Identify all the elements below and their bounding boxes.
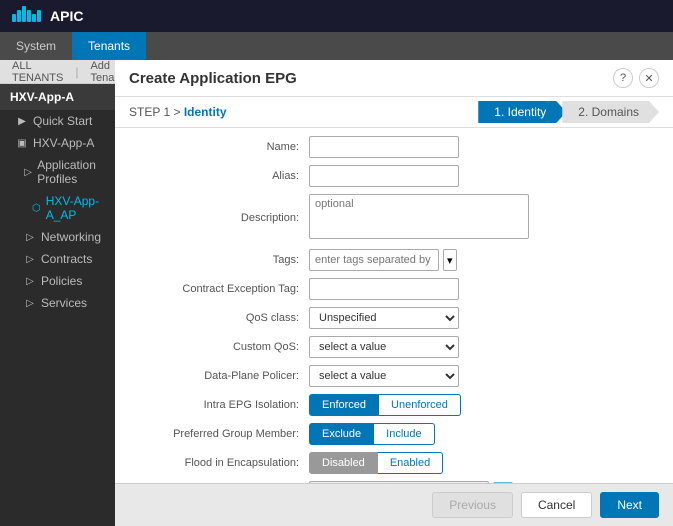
control-preferred-group: Exclude Include (309, 423, 629, 445)
sidebar: ALL TENANTS | Add Tena... HXV-App-A ▶ Qu… (0, 60, 115, 526)
flood-toggle: Disabled Enabled (309, 452, 629, 474)
description-textarea[interactable] (309, 194, 529, 239)
control-name: HXV-A-App_EPG (309, 136, 629, 158)
tab-add-tenant[interactable]: Add Tena... (86, 60, 115, 84)
form-area: Name: HXV-A-App_EPG Alias: Description: (115, 128, 673, 483)
sidebar-item-networking[interactable]: ▷ Networking (0, 226, 115, 248)
sidebar-tenant-header: HXV-App-A (0, 84, 115, 110)
control-tags: ▾ (309, 249, 629, 271)
label-preferred-group: Preferred Group Member: (129, 428, 309, 440)
previous-button[interactable]: Previous (432, 492, 513, 518)
cisco-logo: APIC (12, 6, 83, 26)
row-tags: Tags: ▾ (129, 249, 659, 271)
preferred-exclude-button[interactable]: Exclude (309, 423, 374, 445)
row-description: Description: (129, 194, 659, 242)
control-flood: Disabled Enabled (309, 452, 629, 474)
row-contract-exception: Contract Exception Tag: (129, 278, 659, 300)
row-alias: Alias: (129, 165, 659, 187)
networking-icon: ▷ (24, 232, 36, 243)
sidebar-item-hxv-a-ap[interactable]: ⬡ HXV-App-A_AP (0, 190, 115, 226)
sidebar-item-app-profiles[interactable]: ▷ Application Profiles (0, 154, 115, 190)
control-alias (309, 165, 629, 187)
hxv-app-a-icon: ▣ (16, 138, 28, 149)
sidebar-item-quick-start[interactable]: ▶ Quick Start (0, 110, 115, 132)
content-area: Create Application EPG ? ✕ STEP 1 > Iden… (115, 60, 673, 526)
row-flood: Flood in Encapsulation: Disabled Enabled (129, 452, 659, 474)
cancel-button[interactable]: Cancel (521, 492, 592, 518)
sidebar-item-policies[interactable]: ▷ Policies (0, 270, 115, 292)
services-icon: ▷ (24, 298, 36, 309)
qos-select[interactable]: Unspecified (309, 307, 459, 329)
label-qos: QoS class: (129, 312, 309, 324)
data-plane-select[interactable]: select a value (309, 365, 459, 387)
label-description: Description: (129, 212, 309, 224)
top-bar: APIC (0, 0, 673, 32)
alias-input[interactable] (309, 165, 459, 187)
label-custom-qos: Custom QoS: (129, 341, 309, 353)
tab-all-tenants[interactable]: ALL TENANTS (8, 60, 67, 84)
tenant-tabs: ALL TENANTS | Add Tena... (0, 60, 115, 84)
nav-bar: System Tenants (0, 32, 673, 60)
breadcrumb-sep: > (170, 105, 184, 119)
control-custom-qos: select a value (309, 336, 629, 358)
flood-enabled-button[interactable]: Enabled (378, 452, 443, 474)
row-qos: QoS class: Unspecified (129, 307, 659, 329)
flood-disabled-button[interactable]: Disabled (309, 452, 378, 474)
main-layout: ALL TENANTS | Add Tena... HXV-App-A ▶ Qu… (0, 60, 673, 526)
custom-qos-select[interactable]: select a value (309, 336, 459, 358)
row-custom-qos: Custom QoS: select a value (129, 336, 659, 358)
policies-icon: ▷ (24, 276, 36, 287)
tags-input[interactable] (309, 249, 439, 271)
control-contract-exception (309, 278, 629, 300)
tab-identity[interactable]: 1. Identity (478, 101, 566, 123)
app-profiles-icon: ▷ (24, 167, 32, 178)
control-intra-epg: Enforced Unenforced (309, 394, 629, 416)
dialog-title: Create Application EPG (129, 70, 297, 87)
label-flood: Flood in Encapsulation: (129, 457, 309, 469)
sub-header: STEP 1 > Identity 1. Identity 2. Domains (115, 97, 673, 128)
quick-start-icon: ▶ (16, 116, 28, 127)
tags-dropdown-button[interactable]: ▾ (443, 249, 457, 271)
intra-enforced-button[interactable]: Enforced (309, 394, 379, 416)
breadcrumb-step: STEP 1 (129, 105, 170, 119)
control-data-plane: select a value (309, 365, 629, 387)
sidebar-item-contracts[interactable]: ▷ Contracts (0, 248, 115, 270)
row-name: Name: HXV-A-App_EPG (129, 136, 659, 158)
sidebar-item-hxv-app-a[interactable]: ▣ HXV-App-A (0, 132, 115, 154)
label-intra-epg: Intra EPG Isolation: (129, 399, 309, 411)
control-qos: Unspecified (309, 307, 629, 329)
step-tabs: 1. Identity 2. Domains (478, 101, 659, 123)
label-alias: Alias: (129, 170, 309, 182)
label-tags: Tags: (129, 254, 309, 266)
next-button[interactable]: Next (600, 492, 659, 518)
apic-title: APIC (50, 8, 83, 24)
content-header: Create Application EPG ? ✕ (115, 60, 673, 97)
tags-row: ▾ (309, 249, 629, 271)
hxv-a-ap-icon: ⬡ (32, 203, 41, 214)
sidebar-item-services[interactable]: ▷ Services (0, 292, 115, 314)
contracts-icon: ▷ (24, 254, 36, 265)
tab-domains[interactable]: 2. Domains (562, 101, 659, 123)
label-data-plane: Data-Plane Policer: (129, 370, 309, 382)
row-data-plane: Data-Plane Policer: select a value (129, 365, 659, 387)
label-name: Name: (129, 141, 309, 153)
label-contract-exception: Contract Exception Tag: (129, 283, 309, 295)
header-icons: ? ✕ (613, 68, 659, 88)
name-input[interactable]: HXV-A-App_EPG (309, 136, 459, 158)
contract-exception-input[interactable] (309, 278, 459, 300)
control-description (309, 194, 629, 242)
breadcrumb-label: Identity (184, 105, 227, 119)
close-button[interactable]: ✕ (639, 68, 659, 88)
help-button[interactable]: ? (613, 68, 633, 88)
breadcrumb: STEP 1 > Identity (129, 105, 227, 119)
nav-tenants[interactable]: Tenants (72, 32, 146, 60)
nav-system[interactable]: System (0, 32, 72, 60)
preferred-group-toggle: Exclude Include (309, 423, 629, 445)
intra-epg-toggle: Enforced Unenforced (309, 394, 629, 416)
footer: Previous Cancel Next (115, 483, 673, 526)
intra-unenforced-button[interactable]: Unenforced (379, 394, 461, 416)
preferred-include-button[interactable]: Include (374, 423, 434, 445)
row-intra-epg: Intra EPG Isolation: Enforced Unenforced (129, 394, 659, 416)
row-preferred-group: Preferred Group Member: Exclude Include (129, 423, 659, 445)
